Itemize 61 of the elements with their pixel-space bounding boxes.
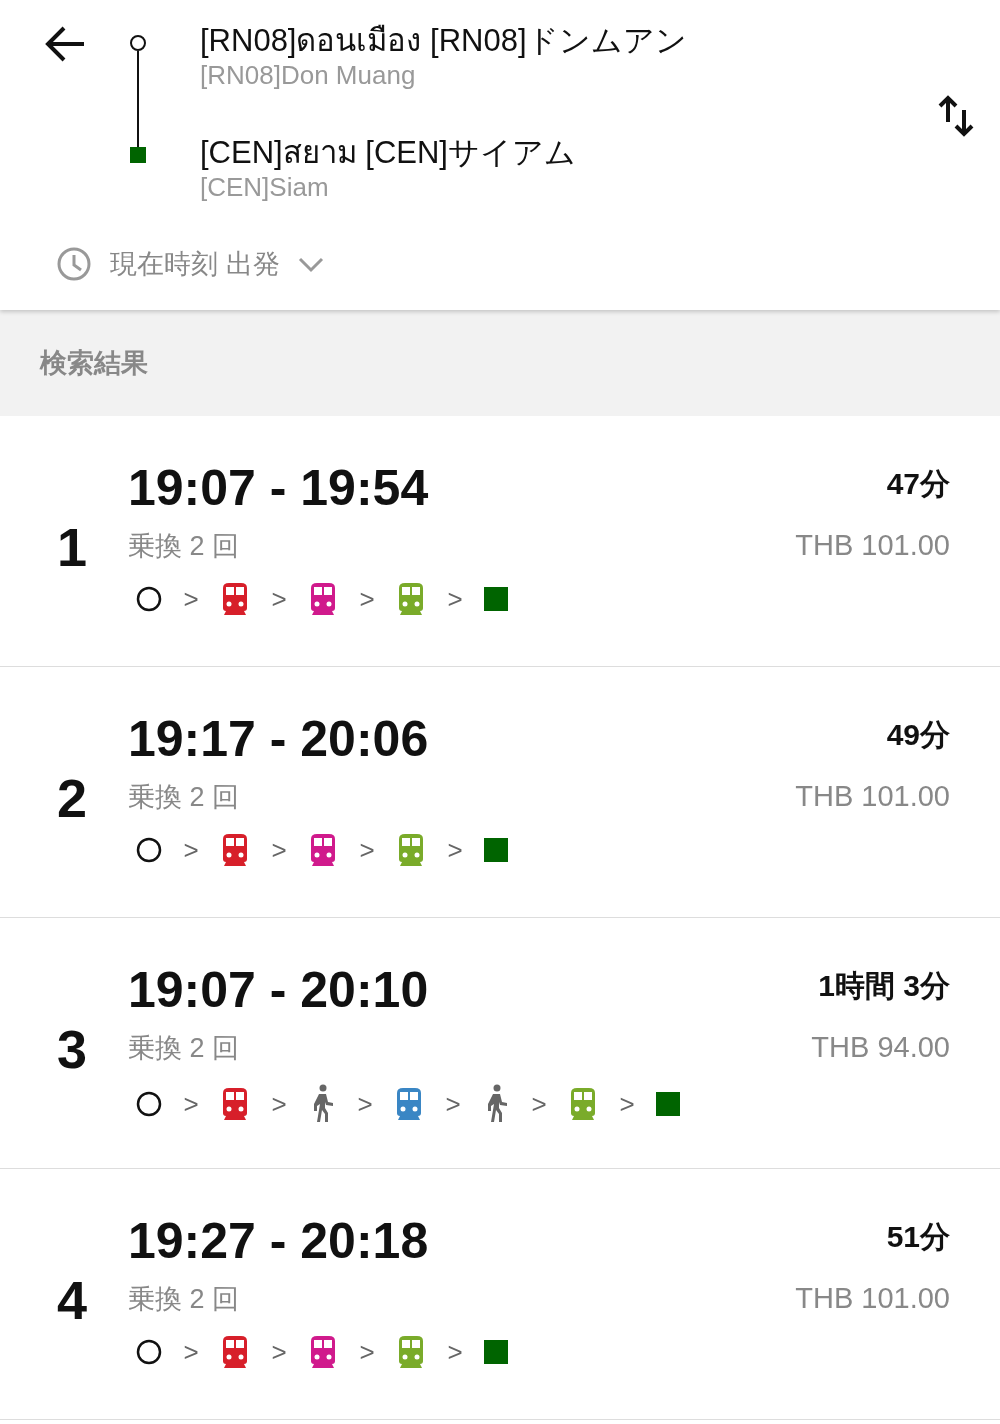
origin-station-subname: [RN08]Don Muang	[200, 60, 417, 90]
route-result[interactable]: 2 19:17 - 20:06 乗換 2 回 > > > > 49分 THB 101.00	[0, 667, 1000, 918]
chevron-down-icon[interactable]	[297, 255, 324, 273]
arrow-separator: >	[270, 1336, 288, 1368]
destination-square-icon	[484, 838, 508, 862]
origin-circle-icon	[136, 1339, 162, 1365]
route-result[interactable]: 4 19:27 - 20:18 乗換 2 回 > > > > 51分 THB 101.00	[0, 1169, 1000, 1420]
arrow-separator: >	[182, 1336, 200, 1368]
arrow-separator: >	[444, 1088, 462, 1120]
destination-square-icon	[130, 147, 146, 163]
route-fare: THB 101.00	[795, 1282, 950, 1315]
arrow-separator: >	[358, 583, 376, 615]
arrow-separator: >	[270, 834, 288, 866]
arrow-separator: >	[358, 834, 376, 866]
arrow-separator: >	[358, 1336, 376, 1368]
route-times: 19:07 - 20:10	[128, 962, 429, 1018]
arrow-separator: >	[270, 583, 288, 615]
arrow-separator: >	[446, 834, 464, 866]
arrow-separator: >	[446, 1336, 464, 1368]
origin-circle-icon	[136, 837, 162, 863]
route-number: 2	[56, 767, 87, 829]
destination-square-icon	[656, 1092, 680, 1116]
route-times: 19:17 - 20:06	[128, 711, 429, 767]
arrow-separator: >	[618, 1088, 636, 1120]
departure-time-selector[interactable]: 現在時刻 出発	[110, 246, 280, 282]
route-result[interactable]: 1 19:07 - 19:54 乗換 2 回 > > > > 47分 THB 101.00	[0, 416, 1000, 667]
section-title: 検索結果	[40, 347, 148, 380]
route-times: 19:07 - 19:54	[128, 460, 429, 516]
clock-icon	[56, 246, 92, 282]
transfer-count: 乗換 2 回	[128, 530, 240, 563]
route-number: 4	[56, 1269, 87, 1331]
arrow-separator: >	[182, 834, 200, 866]
arrow-separator: >	[182, 583, 200, 615]
destination-station-name: [CEN]สยาม [CEN]サイアム	[200, 134, 577, 172]
destination-square-icon	[484, 1340, 508, 1364]
route-number: 1	[56, 516, 87, 578]
arrow-separator: >	[270, 1088, 288, 1120]
destination-square-icon	[484, 587, 508, 611]
arrow-separator: >	[530, 1088, 548, 1120]
route-duration: 1時間 3分	[818, 968, 950, 1004]
route-duration: 49分	[886, 717, 950, 753]
transfer-count: 乗換 2 回	[128, 781, 240, 814]
origin-circle-icon	[136, 1091, 162, 1117]
transfer-count: 乗換 2 回	[128, 1032, 240, 1065]
route-fare: THB 101.00	[795, 529, 950, 562]
destination-station-subname: [CEN]Siam	[200, 172, 330, 202]
route-result[interactable]: 3 19:07 - 20:10 乗換 2 回 > > > > > > 1時間 3分 THB 94.00	[0, 918, 1000, 1169]
transfer-count: 乗換 2 回	[128, 1283, 240, 1316]
arrow-separator: >	[446, 583, 464, 615]
route-fare: THB 94.00	[811, 1031, 950, 1064]
origin-circle-icon	[136, 586, 162, 612]
route-fare: THB 101.00	[795, 780, 950, 813]
route-duration: 51分	[886, 1219, 950, 1255]
route-duration: 47分	[886, 466, 950, 502]
route-number: 3	[56, 1018, 87, 1080]
arrow-separator: >	[356, 1088, 374, 1120]
back-arrow-icon[interactable]	[44, 26, 86, 62]
swap-icon[interactable]	[938, 94, 974, 138]
arrow-separator: >	[182, 1088, 200, 1120]
origin-station-name: [RN08]ดอนเมือง [RN08]ドンムアン	[200, 22, 688, 60]
route-times: 19:27 - 20:18	[128, 1213, 429, 1269]
